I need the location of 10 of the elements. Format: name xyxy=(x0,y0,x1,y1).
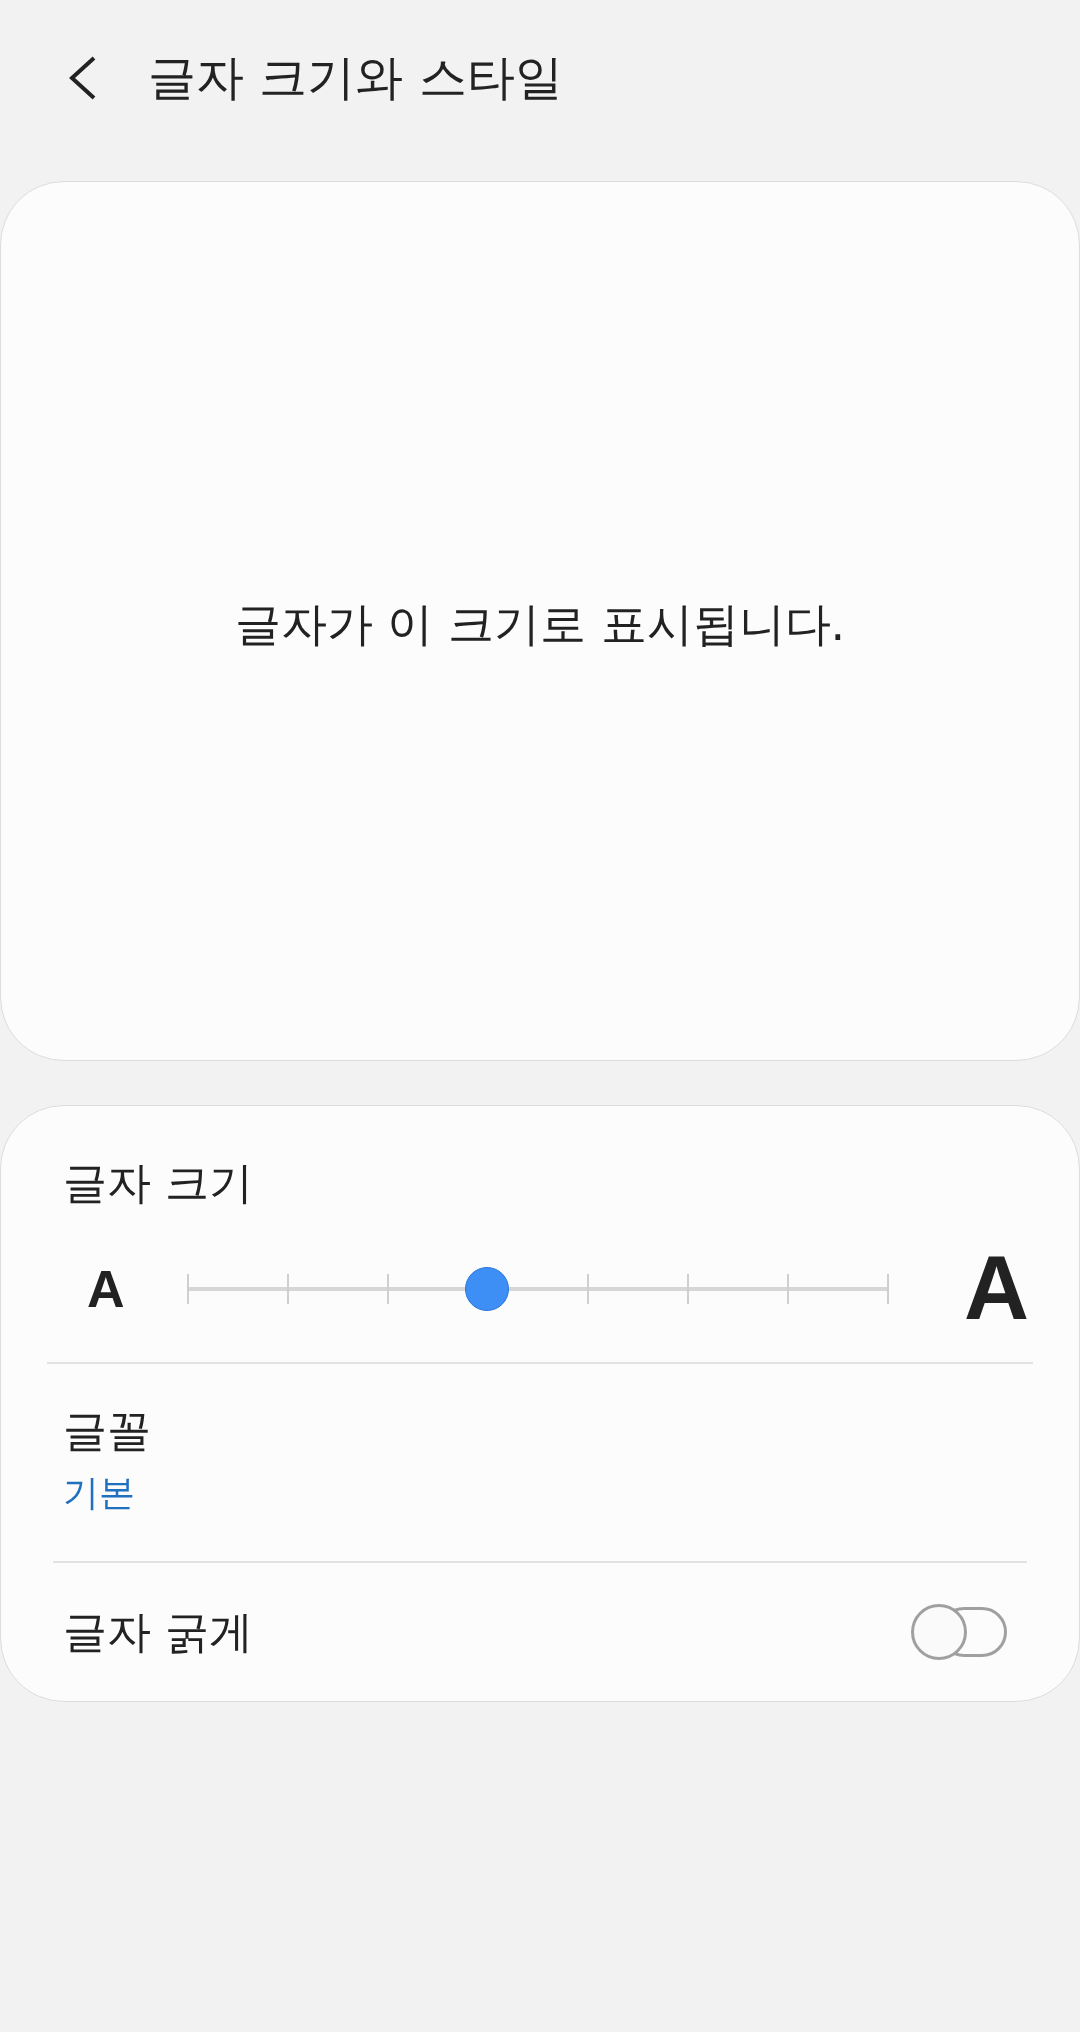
small-glyph: A xyxy=(86,1258,126,1319)
bold-text-label: 글자 굵게 xyxy=(63,1604,253,1659)
page-title: 글자 크기와 스타일 xyxy=(148,47,563,107)
preview-text: 글자가 이 크기로 표시됩니다. xyxy=(234,596,846,653)
font-size-label: 글자 크기 xyxy=(63,1156,254,1210)
bold-toggle[interactable] xyxy=(911,1604,1009,1660)
large-glyph: A xyxy=(964,1237,1029,1340)
font-label[interactable]: 글꼴 xyxy=(63,1402,1079,1461)
font-value: 기본 xyxy=(63,1471,136,1515)
slider-thumb[interactable] xyxy=(465,1266,509,1311)
